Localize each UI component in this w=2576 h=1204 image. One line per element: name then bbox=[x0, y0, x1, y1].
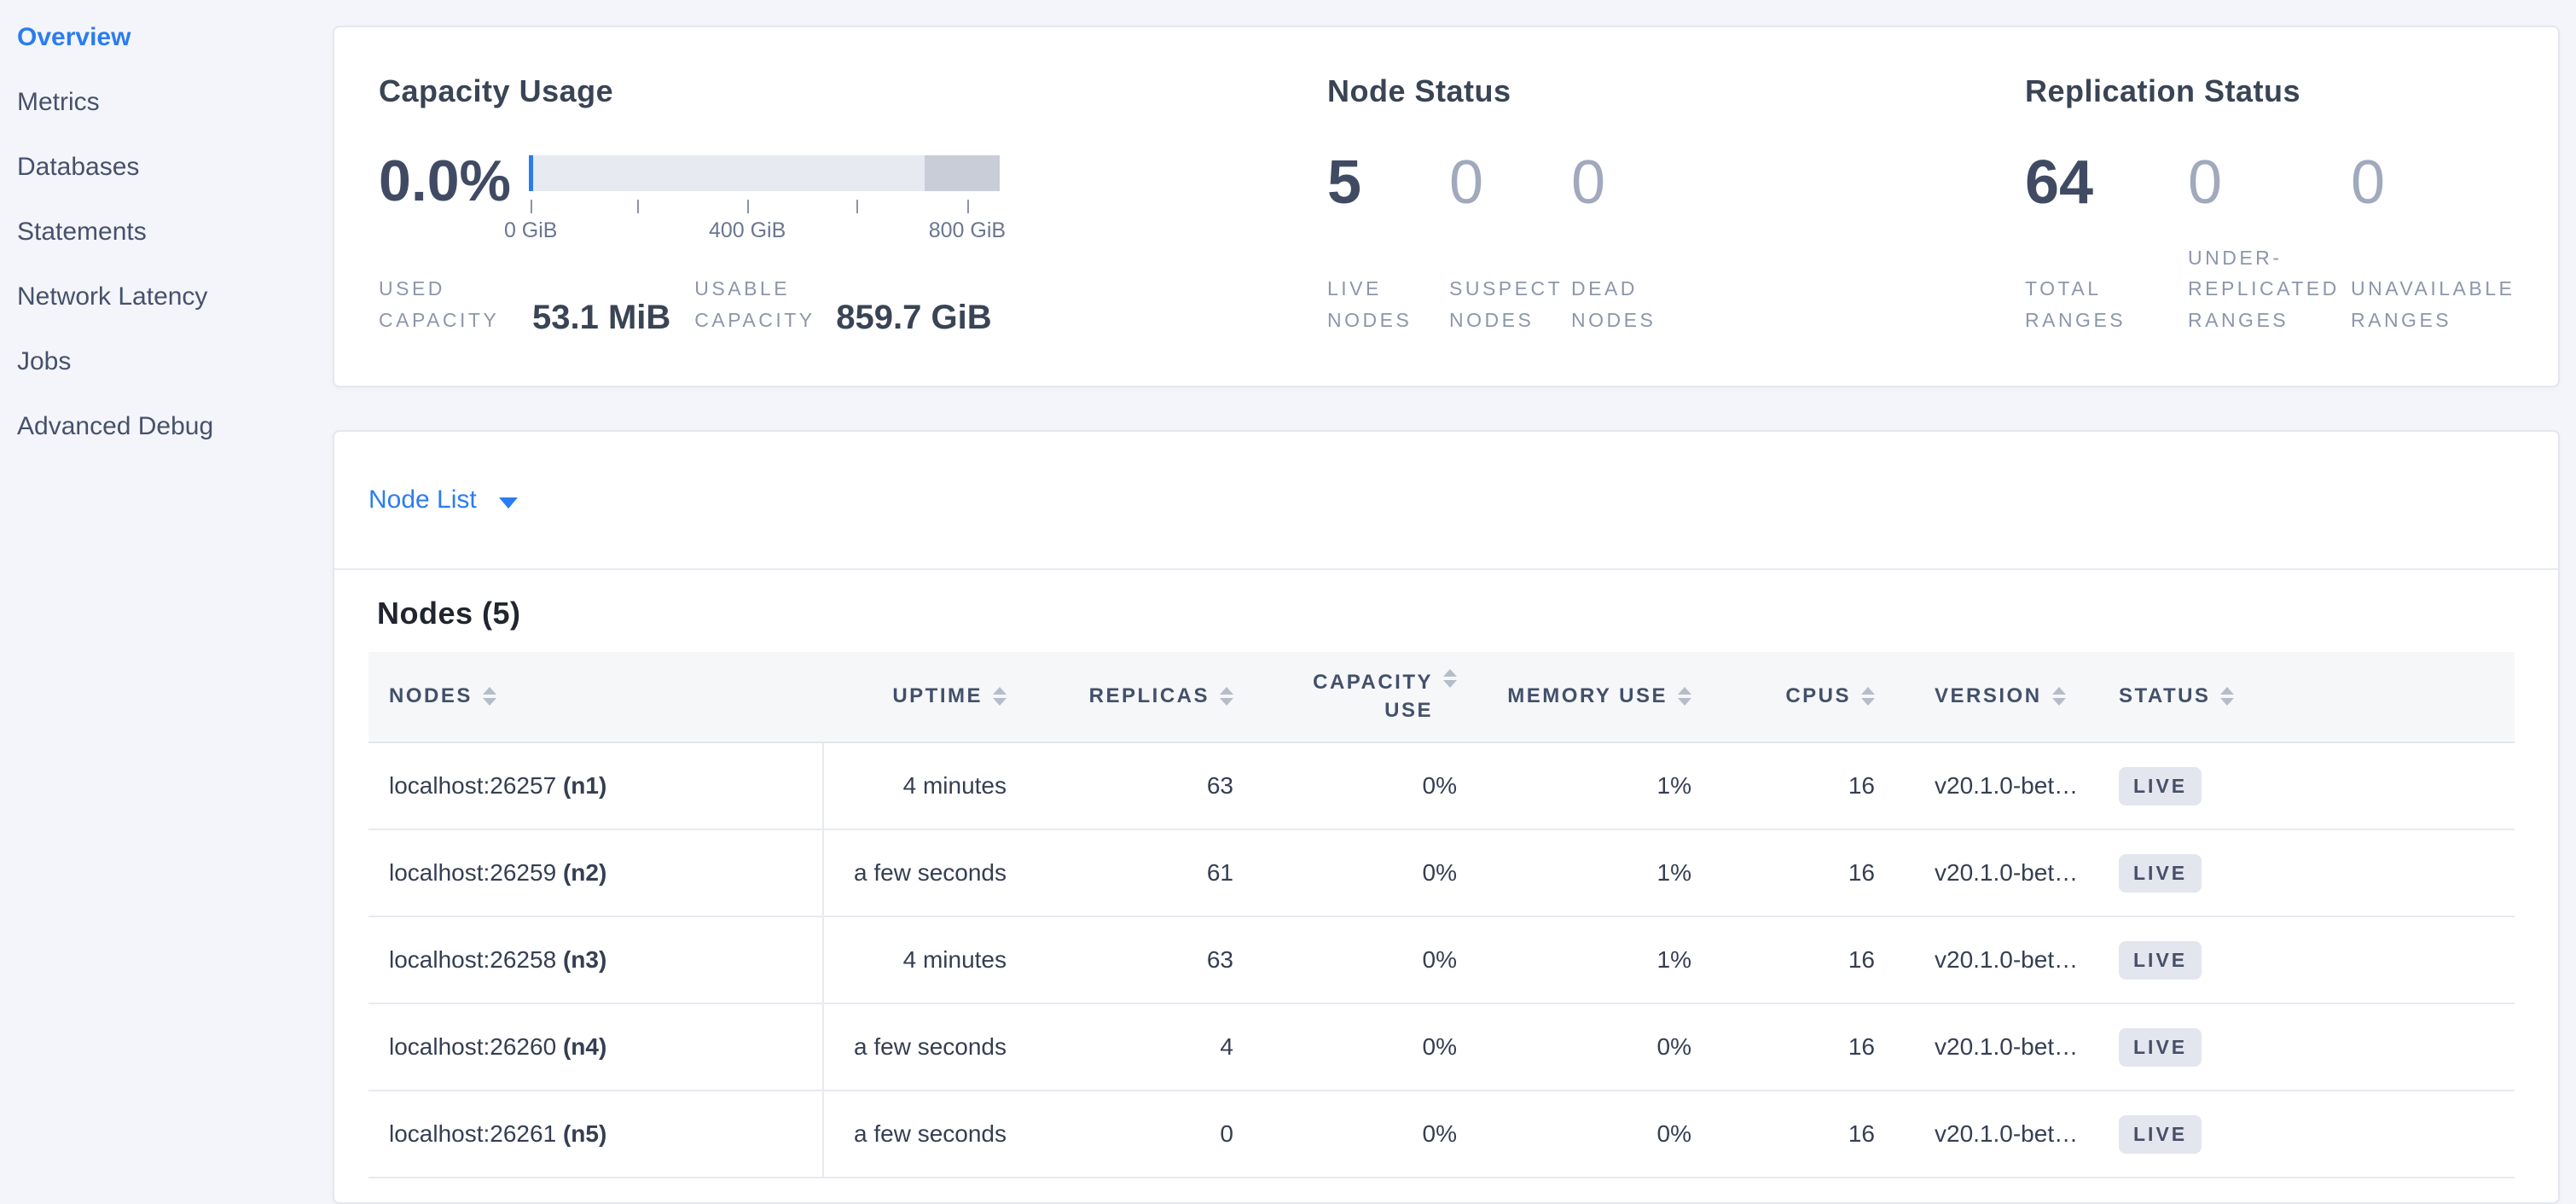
sort-icon bbox=[1443, 669, 1457, 688]
sort-icon bbox=[2220, 687, 2234, 706]
node-list-view-selector[interactable]: Node List bbox=[334, 432, 2558, 570]
sidebar-item-statements[interactable]: Statements bbox=[17, 200, 333, 265]
sidebar-item-databases[interactable]: Databases bbox=[17, 135, 333, 200]
column-header-capacity-use[interactable]: CAPACITY USE bbox=[1254, 652, 1477, 742]
sort-icon bbox=[993, 687, 1007, 706]
cluster-summary-card: Capacity Usage 0.0% 0 GiB400 GiB800 GiB … bbox=[333, 26, 2560, 387]
column-header-replicas[interactable]: REPLICAS bbox=[1032, 652, 1254, 742]
column-header-memory-use[interactable]: MEMORY USE bbox=[1477, 652, 1712, 742]
dead-nodes-value: 0 bbox=[1571, 152, 1693, 213]
column-header-nodes[interactable]: NODES bbox=[368, 652, 823, 742]
node-row-n2[interactable]: localhost:26259 (n2) a few seconds 61 0%… bbox=[368, 829, 2515, 916]
node-list-dropdown[interactable]: Node List bbox=[368, 486, 477, 515]
sidebar-item-overview[interactable]: Overview bbox=[17, 5, 333, 70]
node-row-n1[interactable]: localhost:26257 (n1) 4 minutes 63 0% 1% … bbox=[368, 742, 2515, 829]
column-header-uptime[interactable]: UPTIME bbox=[823, 652, 1032, 742]
axis-tick bbox=[856, 200, 858, 213]
axis-tick-label: 400 GiB bbox=[709, 218, 786, 243]
capacity-usage-section: Capacity Usage 0.0% 0 GiB400 GiB800 GiB … bbox=[379, 73, 1327, 336]
live-nodes-label: LIVE NODES bbox=[1327, 273, 1449, 336]
sidebar: Overview Metrics Databases Statements Ne… bbox=[0, 0, 333, 1189]
sort-icon bbox=[2052, 687, 2066, 706]
sort-icon bbox=[483, 687, 496, 706]
capacity-used-percent: 0.0% bbox=[379, 152, 529, 210]
axis-tick-label: 0 GiB bbox=[504, 218, 558, 243]
suspect-nodes-label: SUSPECT NODES bbox=[1449, 273, 1571, 336]
column-header-cpus[interactable]: CPUS bbox=[1712, 652, 1895, 742]
used-capacity-stat: USED CAPACITY 53.1 MiB bbox=[379, 273, 694, 336]
usable-capacity-label: USABLE CAPACITY bbox=[694, 273, 836, 336]
usable-capacity-value: 859.7 GiB bbox=[836, 299, 991, 336]
capacity-usage-bar: 0 GiB400 GiB800 GiB bbox=[529, 155, 1000, 191]
total-ranges-value: 64 bbox=[2025, 152, 2188, 213]
capacity-bar-used-segment bbox=[529, 155, 533, 191]
under-replicated-ranges-value: 0 bbox=[2188, 152, 2351, 213]
node-row-n5[interactable]: localhost:26261 (n5) a few seconds 0 0% … bbox=[368, 1091, 2515, 1178]
replication-status-title: Replication Status bbox=[2025, 73, 2514, 109]
main-content: Capacity Usage 0.0% 0 GiB400 GiB800 GiB … bbox=[333, 0, 2576, 1189]
sidebar-item-jobs[interactable]: Jobs bbox=[17, 329, 333, 394]
under-replicated-ranges-label: UNDER- REPLICATED RANGES bbox=[2188, 242, 2351, 336]
node-status-title: Node Status bbox=[1327, 73, 2025, 109]
column-header-status[interactable]: STATUS bbox=[2105, 652, 2515, 742]
capacity-stats: USED CAPACITY 53.1 MiB USABLE CAPACITY 8… bbox=[379, 273, 1327, 336]
usable-capacity-stat: USABLE CAPACITY 859.7 GiB bbox=[694, 273, 1015, 336]
used-capacity-label: USED CAPACITY bbox=[379, 273, 532, 336]
nodes-table: NODES UPTIME REPLICAS CAPACITY USE bbox=[368, 652, 2515, 1178]
used-capacity-value: 53.1 MiB bbox=[532, 299, 670, 336]
status-badge: LIVE bbox=[2119, 854, 2202, 893]
capacity-bar-other-segment bbox=[925, 155, 1000, 191]
sort-icon bbox=[1220, 687, 1233, 706]
nodes-table-title: Nodes (5) bbox=[377, 596, 2524, 631]
sort-icon bbox=[1678, 687, 1691, 706]
unavailable-ranges-value: 0 bbox=[2351, 152, 2514, 213]
capacity-usage-title: Capacity Usage bbox=[379, 73, 1327, 109]
status-badge: LIVE bbox=[2119, 941, 2202, 980]
column-header-version[interactable]: VERSION bbox=[1895, 652, 2105, 742]
capacity-bar-track bbox=[529, 155, 1000, 191]
suspect-nodes-value: 0 bbox=[1449, 152, 1571, 213]
capacity-usage-values: 0.0% 0 GiB400 GiB800 GiB bbox=[379, 152, 1327, 210]
node-row-n3[interactable]: localhost:26258 (n3) 4 minutes 63 0% 1% … bbox=[368, 916, 2515, 1003]
live-nodes-value: 5 bbox=[1327, 152, 1449, 213]
status-badge: LIVE bbox=[2119, 1028, 2202, 1067]
axis-tick-label: 800 GiB bbox=[929, 218, 1006, 243]
node-status-section: Node Status 5 0 0 LIVE NODES SUSPECT NOD… bbox=[1327, 73, 2025, 336]
unavailable-ranges-label: UNAVAILABLE RANGES bbox=[2351, 273, 2514, 336]
axis-tick bbox=[967, 200, 969, 213]
axis-tick bbox=[747, 200, 749, 213]
replication-status-section: Replication Status 64 0 0 TOTAL RANGES U… bbox=[2025, 73, 2514, 336]
status-badge: LIVE bbox=[2119, 1115, 2202, 1154]
node-list-card: Node List Nodes (5) NODES U bbox=[333, 430, 2560, 1204]
total-ranges-label: TOTAL RANGES bbox=[2025, 273, 2188, 336]
sort-icon bbox=[1861, 687, 1875, 706]
sidebar-item-advanced-debug[interactable]: Advanced Debug bbox=[17, 394, 333, 459]
chevron-down-icon bbox=[499, 497, 518, 509]
sidebar-item-metrics[interactable]: Metrics bbox=[17, 70, 333, 135]
sidebar-item-network-latency[interactable]: Network Latency bbox=[17, 265, 333, 329]
axis-tick bbox=[637, 200, 639, 213]
status-badge: LIVE bbox=[2119, 767, 2202, 806]
axis-tick bbox=[531, 200, 532, 213]
nodes-table-header-row: NODES UPTIME REPLICAS CAPACITY USE bbox=[368, 652, 2515, 742]
dead-nodes-label: DEAD NODES bbox=[1571, 273, 1693, 336]
node-row-n4[interactable]: localhost:26260 (n4) a few seconds 4 0% … bbox=[368, 1003, 2515, 1091]
